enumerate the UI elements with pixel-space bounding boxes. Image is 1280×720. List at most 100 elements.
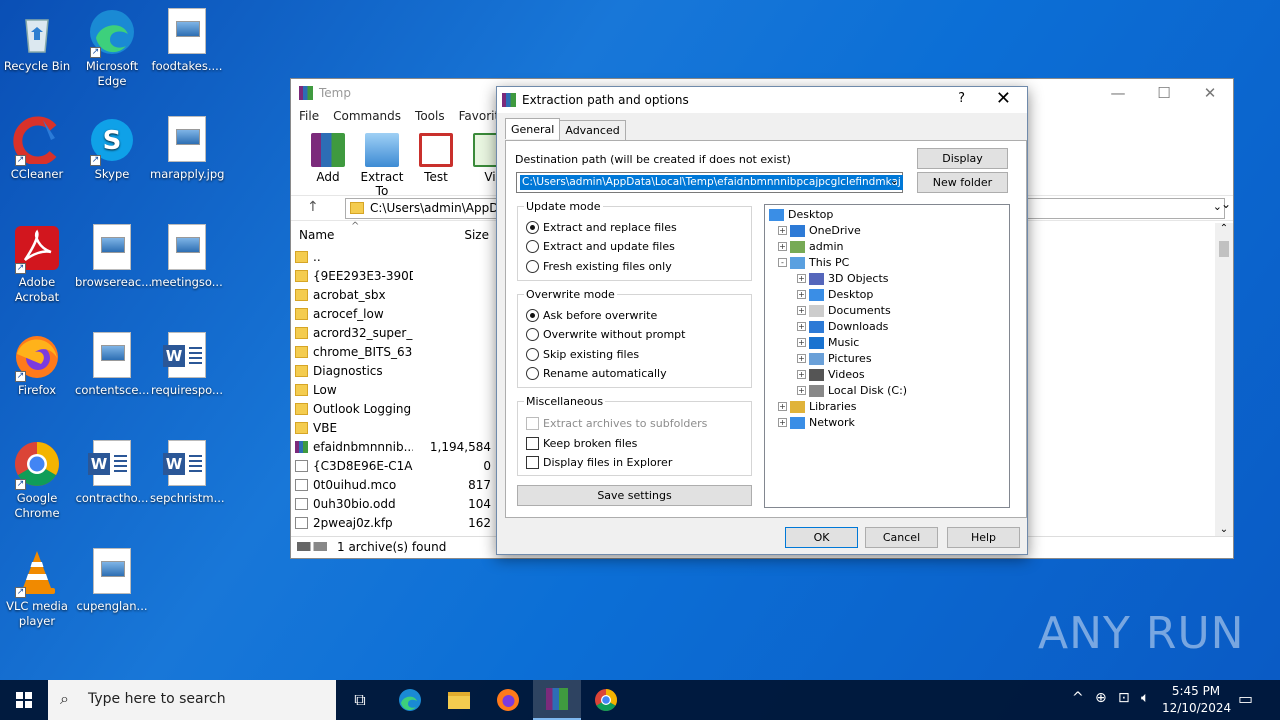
desktop-icon-requirespo[interactable]: requirespo...: [150, 332, 224, 398]
col-name[interactable]: Name: [299, 228, 334, 242]
radio-button[interactable]: [526, 328, 539, 341]
radio-button[interactable]: [526, 260, 539, 273]
menu-file[interactable]: File: [299, 109, 319, 123]
tree-node[interactable]: + admin: [778, 240, 843, 253]
desktop-icon-sepchristm[interactable]: sepchristm...: [150, 440, 225, 506]
tree-node[interactable]: + Downloads: [797, 320, 888, 333]
minimize-button[interactable]: —: [1095, 79, 1141, 107]
clock-time[interactable]: 5:45 PM: [1166, 684, 1226, 698]
show-hidden-icons-chevron-icon[interactable]: ^: [1072, 690, 1084, 706]
desktop-icon-skype[interactable]: S ↗ Skype: [75, 116, 149, 182]
notification-icon[interactable]: ▭: [1238, 689, 1253, 708]
extract-to-button[interactable]: Extract To: [359, 133, 405, 198]
radio-extract-replace[interactable]: Extract and replace files: [526, 221, 677, 234]
file-row[interactable]: {9EE293E3-390D...: [295, 266, 491, 285]
network-icon[interactable]: ⊡: [1118, 690, 1130, 706]
new-folder-button[interactable]: New folder: [917, 172, 1008, 193]
file-row[interactable]: Low: [295, 380, 491, 399]
expand-icon[interactable]: +: [778, 242, 787, 251]
file-row[interactable]: Diagnostics: [295, 361, 491, 380]
taskbar-edge[interactable]: [386, 680, 434, 720]
tree-node[interactable]: + Documents: [797, 304, 891, 317]
destination-path-combobox[interactable]: C:\Users\admin\AppData\Local\Temp\efaidn…: [516, 172, 903, 193]
desktop-icon-cupenglan[interactable]: cupenglan...: [75, 548, 149, 614]
expand-icon[interactable]: +: [778, 402, 787, 411]
expand-icon[interactable]: +: [778, 418, 787, 427]
collapse-icon[interactable]: -: [778, 258, 787, 267]
tab-advanced[interactable]: Advanced: [559, 120, 626, 140]
file-row[interactable]: 2pweaj0z.kfp 162: [295, 513, 491, 532]
file-row[interactable]: 0uh30bio.odd 104: [295, 494, 491, 513]
folder-tree[interactable]: Desktop + OneDrive + admin - This PC +3D Object…: [764, 204, 1010, 508]
radio-extract-update[interactable]: Extract and update files: [526, 240, 675, 253]
start-button[interactable]: [0, 680, 48, 720]
radio-button[interactable]: [526, 240, 539, 253]
scroll-thumb[interactable]: [1219, 241, 1229, 257]
test-button[interactable]: Test: [413, 133, 459, 198]
file-row[interactable]: chrome_BITS_63...: [295, 342, 491, 361]
expand-icon[interactable]: +: [797, 306, 806, 315]
expand-icon[interactable]: +: [797, 290, 806, 299]
desktop-icon-browsereac[interactable]: browsereac...: [75, 224, 152, 290]
expand-icon[interactable]: +: [797, 386, 806, 395]
file-row[interactable]: VBE: [295, 418, 491, 437]
up-arrow-icon[interactable]: ↑: [307, 199, 319, 215]
desktop-icon-vlc[interactable]: ↗ VLC media player: [0, 548, 74, 629]
radio-fresh-existing[interactable]: Fresh existing files only: [526, 260, 672, 273]
tree-node[interactable]: +3D Objects: [797, 272, 889, 285]
close-button[interactable]: ✕: [996, 88, 1011, 109]
file-row[interactable]: 0t0uihud.mco 817: [295, 475, 491, 494]
desktop-icon-marapply[interactable]: marapply.jpg: [150, 116, 224, 182]
tree-node[interactable]: + Network: [778, 416, 855, 429]
add-button[interactable]: Add: [305, 133, 351, 198]
expand-icon[interactable]: +: [797, 354, 806, 363]
checkbox[interactable]: [526, 437, 539, 450]
tree-node[interactable]: + OneDrive: [778, 224, 861, 237]
expand-icon[interactable]: +: [797, 338, 806, 347]
tab-general[interactable]: General: [505, 118, 561, 139]
menu-tools[interactable]: Tools: [415, 109, 445, 123]
volume-icon[interactable]: 🔈︎: [1141, 690, 1149, 706]
desktop-icon-contentsce[interactable]: contentsce...: [75, 332, 149, 398]
desktop-icon-chrome[interactable]: ↗ Google Chrome: [0, 440, 74, 521]
tree-node[interactable]: + Music: [797, 336, 859, 349]
taskbar-search-box[interactable]: ⌕ Type here to search: [48, 680, 336, 720]
vertical-scrollbar[interactable]: ⌃ ⌄: [1215, 223, 1233, 537]
file-row[interactable]: acrocef_low: [295, 304, 491, 323]
save-settings-button[interactable]: Save settings: [517, 485, 752, 506]
taskbar-file-explorer[interactable]: [435, 680, 483, 720]
radio-button[interactable]: [526, 309, 539, 322]
task-view-button[interactable]: ⧉: [336, 680, 384, 720]
desktop-icon-foodtakes[interactable]: foodtakes....: [150, 8, 224, 74]
col-size[interactable]: Size: [464, 228, 489, 242]
chevron-down-icon[interactable]: ⌄: [890, 174, 899, 187]
radio-overwrite-without[interactable]: Overwrite without prompt: [526, 328, 685, 341]
checkbox[interactable]: [526, 456, 539, 469]
tree-node[interactable]: + Desktop: [797, 288, 873, 301]
close-button[interactable]: ✕: [1187, 79, 1233, 107]
radio-ask-before[interactable]: Ask before overwrite: [526, 309, 657, 322]
file-row[interactable]: ..: [295, 247, 491, 266]
tree-node[interactable]: Desktop: [769, 208, 833, 221]
taskbar-chrome[interactable]: [582, 680, 630, 720]
expand-icon[interactable]: +: [797, 274, 806, 283]
taskbar-firefox[interactable]: [484, 680, 532, 720]
file-row[interactable]: Outlook Logging: [295, 399, 491, 418]
cancel-button[interactable]: Cancel: [865, 527, 938, 548]
desktop-icon-ccleaner[interactable]: ↗ CCleaner: [0, 116, 74, 182]
file-row[interactable]: efaidnbmnnnib... 1,194,584: [295, 437, 491, 456]
taskbar-winrar[interactable]: [533, 680, 581, 720]
address-dropdown-icon[interactable]: ⌄: [1221, 197, 1231, 211]
help-button[interactable]: Help: [947, 527, 1020, 548]
file-row[interactable]: {C3D8E96E-C1A... 0: [295, 456, 491, 475]
clock-date[interactable]: 12/10/2024: [1162, 701, 1231, 715]
radio-button[interactable]: [526, 367, 539, 380]
tree-node[interactable]: + Libraries: [778, 400, 857, 413]
expand-icon[interactable]: +: [797, 370, 806, 379]
menu-commands[interactable]: Commands: [333, 109, 401, 123]
tree-node[interactable]: + Pictures: [797, 352, 872, 365]
radio-rename-auto[interactable]: Rename automatically: [526, 367, 667, 380]
file-row[interactable]: acrord32_super_...: [295, 323, 491, 342]
desktop-icon-recycle-bin[interactable]: Recycle Bin: [0, 8, 74, 74]
desktop-icon-firefox[interactable]: ↗ Firefox: [0, 332, 74, 398]
